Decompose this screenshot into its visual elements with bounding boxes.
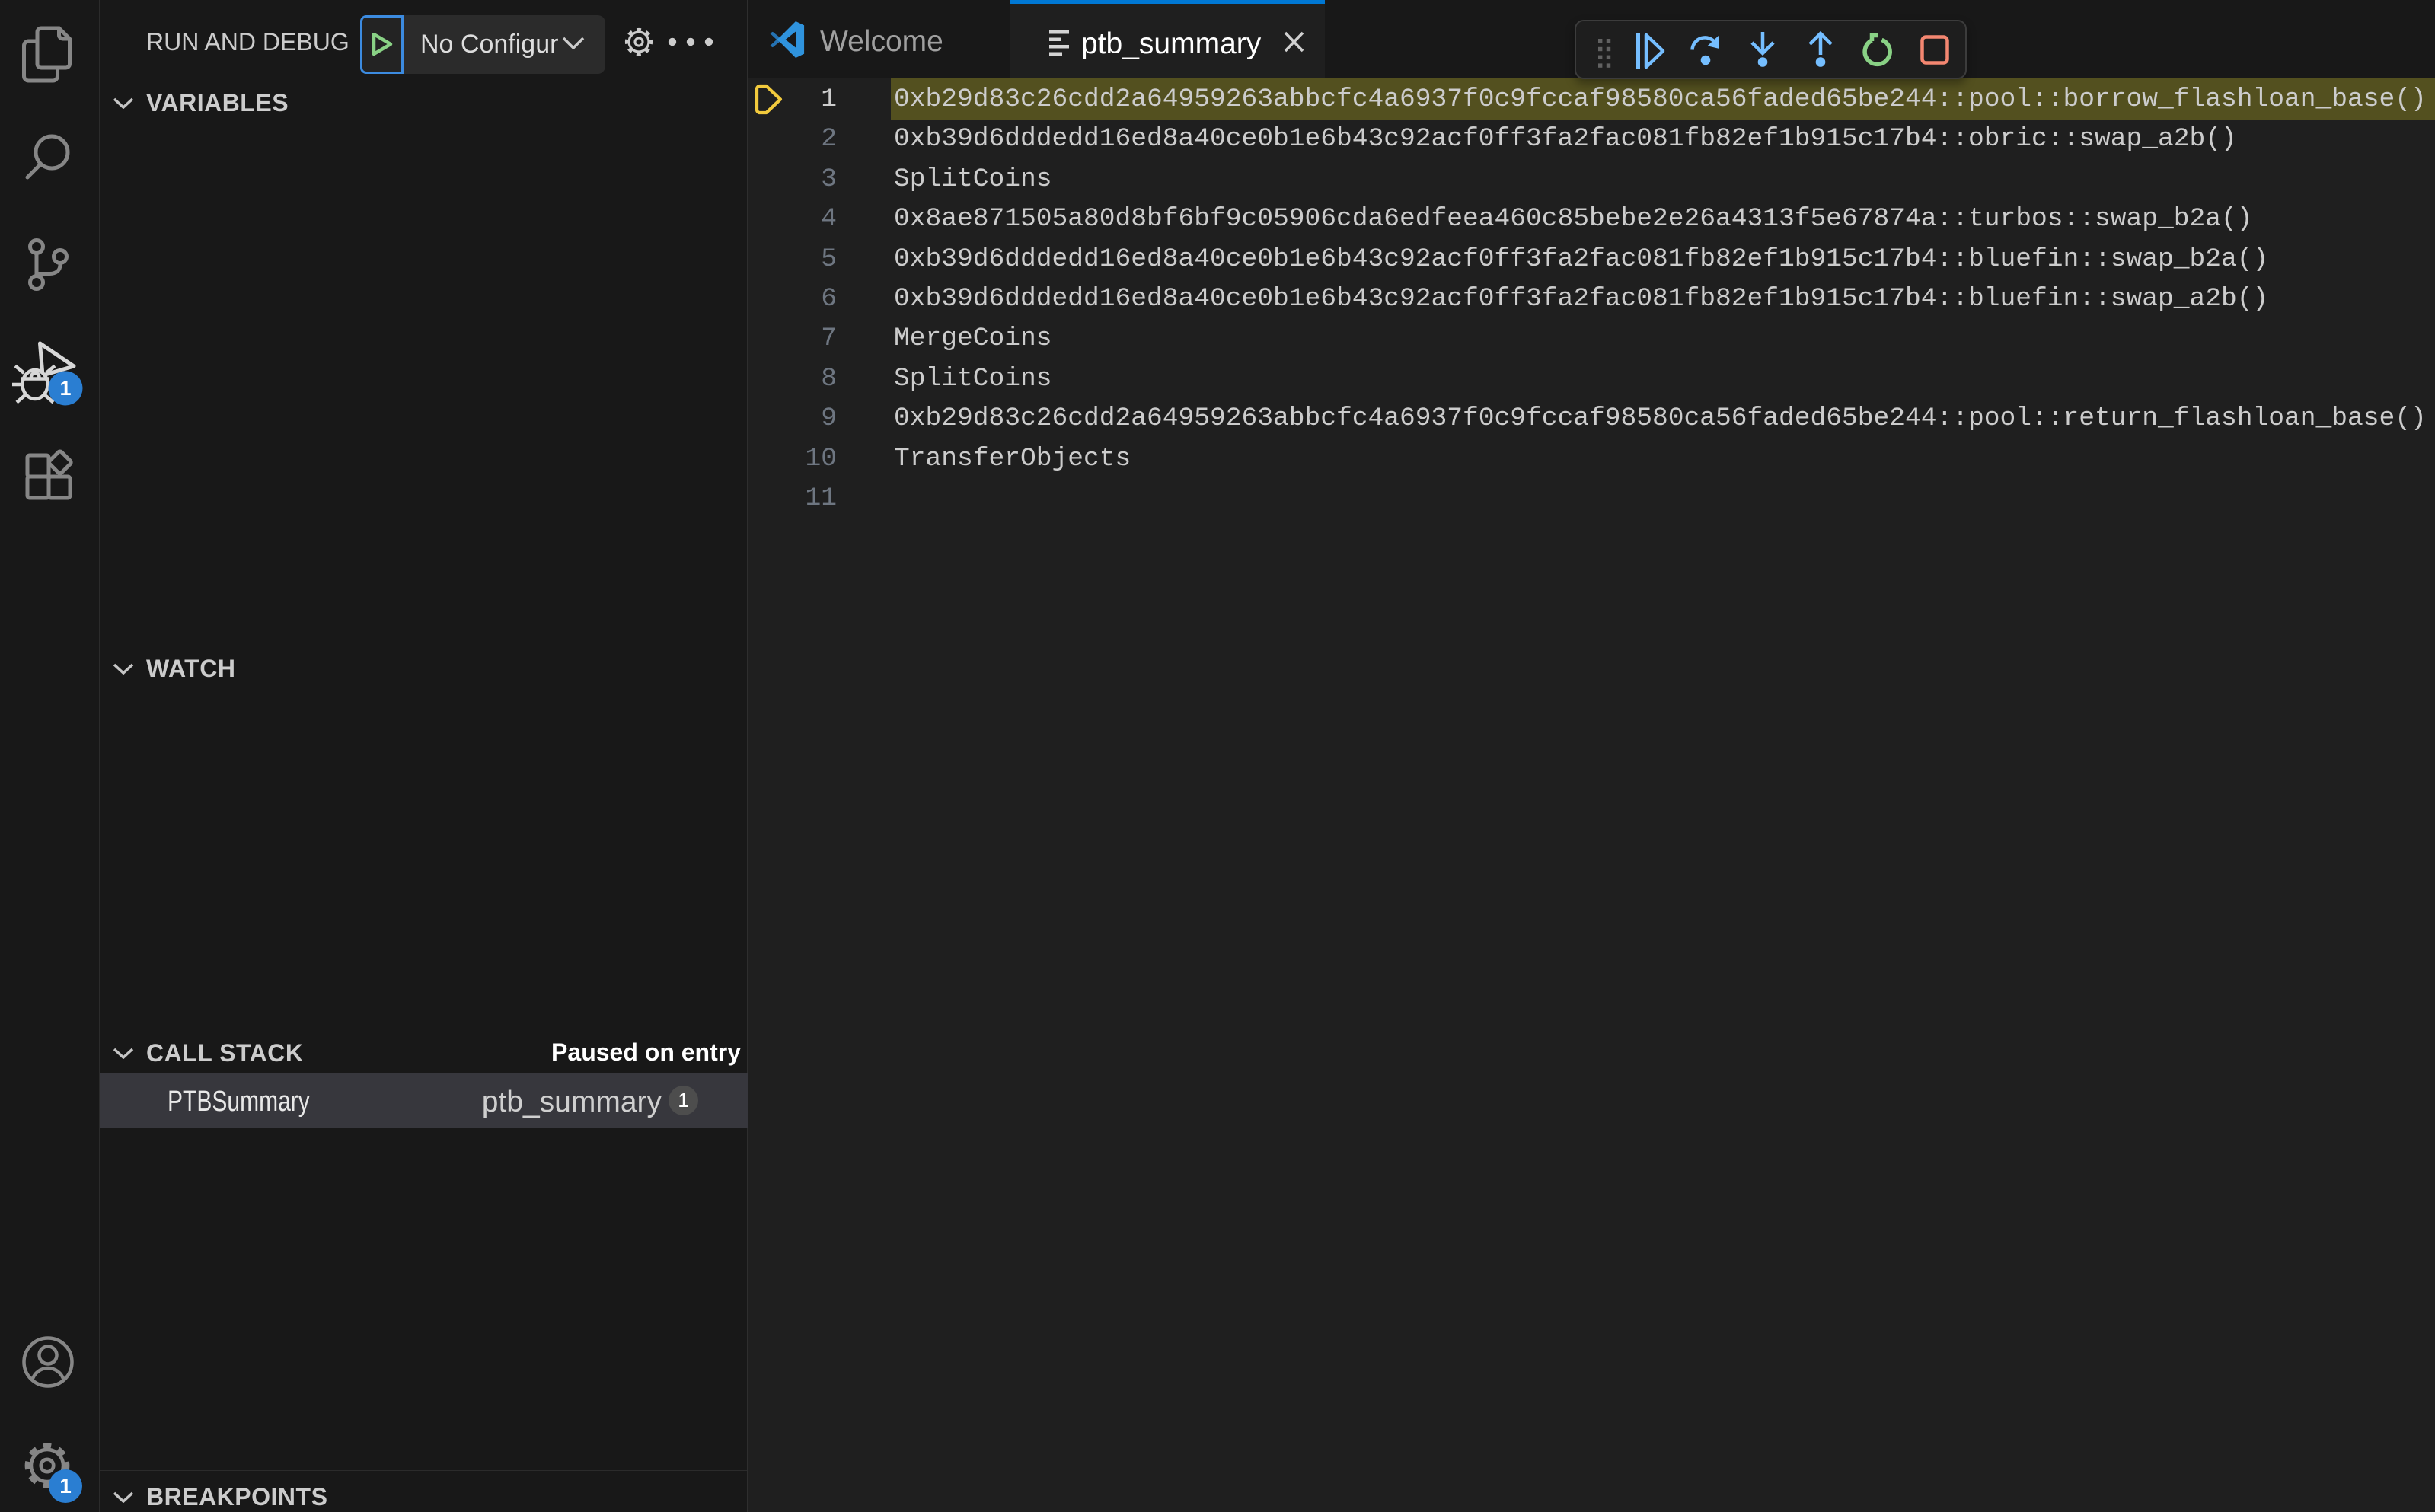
svg-text:1: 1: [59, 377, 71, 400]
